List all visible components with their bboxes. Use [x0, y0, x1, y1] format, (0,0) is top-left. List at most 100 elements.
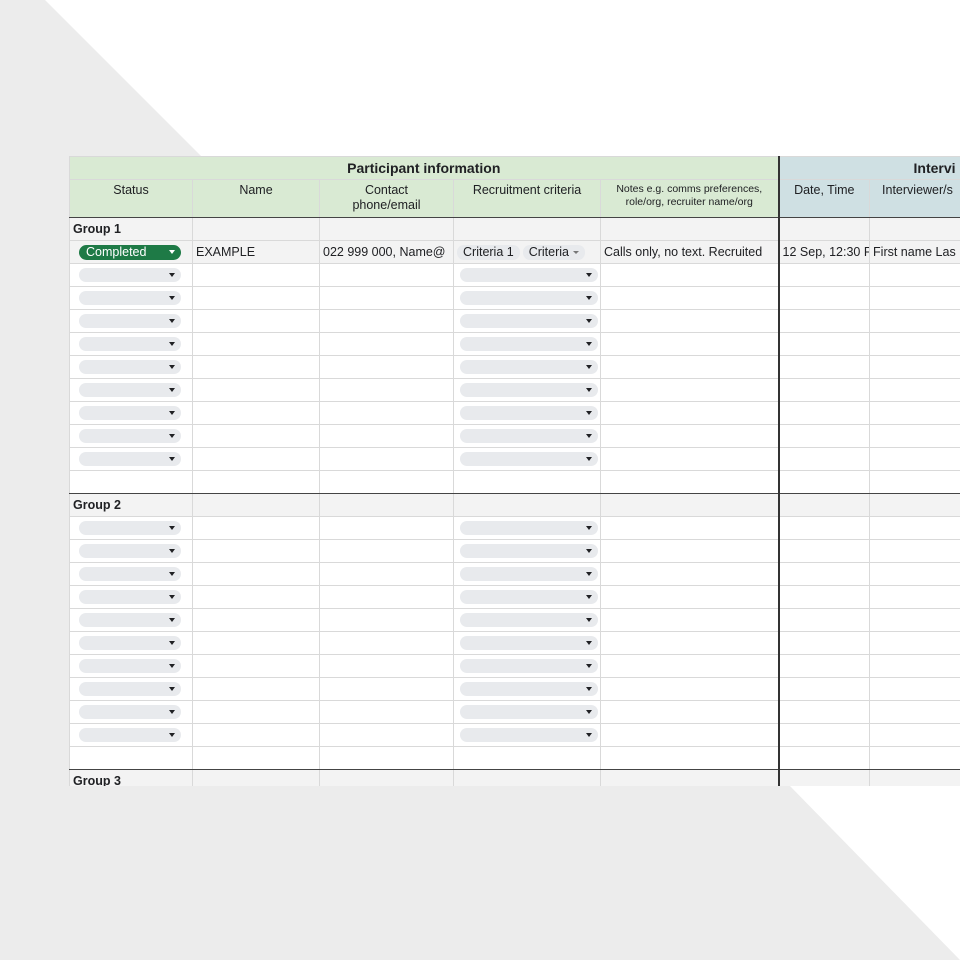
name-cell[interactable]	[192, 424, 320, 448]
status-dropdown[interactable]	[79, 728, 181, 743]
criteria-cell[interactable]	[453, 309, 601, 333]
interviewer-cell[interactable]	[869, 286, 960, 310]
name-cell[interactable]	[192, 447, 320, 471]
notes-cell[interactable]	[599, 562, 780, 586]
criteria-cell[interactable]	[453, 401, 601, 425]
date-cell[interactable]	[777, 562, 871, 586]
criteria-cell[interactable]: Criteria 1 Criteria	[453, 240, 601, 264]
contact-cell[interactable]	[319, 332, 454, 356]
interviewer-cell[interactable]	[869, 355, 960, 379]
name-cell[interactable]	[192, 631, 320, 655]
criteria-cell[interactable]	[453, 516, 601, 540]
criteria-dropdown[interactable]	[460, 613, 598, 628]
notes-cell[interactable]	[599, 309, 780, 333]
criteria-dropdown[interactable]	[460, 383, 598, 398]
date-cell[interactable]	[777, 677, 871, 701]
interviewer-cell[interactable]	[869, 700, 960, 724]
criteria-cell[interactable]	[453, 355, 601, 379]
date-cell[interactable]	[777, 401, 871, 425]
contact-cell[interactable]	[319, 631, 454, 655]
notes-cell[interactable]	[599, 539, 780, 563]
date-cell[interactable]	[777, 447, 871, 471]
status-cell[interactable]	[69, 309, 193, 333]
interviewer-cell[interactable]	[869, 608, 960, 632]
criteria-dropdown[interactable]	[460, 360, 598, 375]
interviewer-cell[interactable]	[869, 332, 960, 356]
contact-cell[interactable]	[319, 516, 454, 540]
criteria-cell[interactable]	[453, 539, 601, 563]
status-cell[interactable]	[69, 286, 193, 310]
notes-cell[interactable]	[599, 516, 780, 540]
status-cell[interactable]	[69, 263, 193, 287]
date-cell[interactable]	[777, 355, 871, 379]
date-cell[interactable]	[777, 700, 871, 724]
status-dropdown[interactable]	[79, 314, 181, 329]
status-cell[interactable]	[69, 516, 193, 540]
contact-cell[interactable]	[319, 562, 454, 586]
status-dropdown[interactable]	[79, 613, 181, 628]
notes-cell[interactable]	[599, 608, 780, 632]
criteria-dropdown[interactable]	[460, 429, 598, 444]
status-cell[interactable]	[69, 585, 193, 609]
status-dropdown[interactable]	[79, 544, 181, 559]
interviewer-cell[interactable]	[869, 309, 960, 333]
criteria-dropdown[interactable]	[460, 590, 598, 605]
name-cell[interactable]: EXAMPLE	[192, 240, 320, 264]
interviewer-cell[interactable]	[869, 516, 960, 540]
status-cell[interactable]	[69, 401, 193, 425]
contact-cell[interactable]	[319, 424, 454, 448]
status-dropdown[interactable]	[79, 636, 181, 651]
contact-cell[interactable]	[319, 723, 454, 747]
contact-cell[interactable]	[319, 263, 454, 287]
criteria-cell[interactable]	[453, 378, 601, 402]
status-cell[interactable]	[69, 700, 193, 724]
criteria-dropdown[interactable]	[460, 567, 598, 582]
status-cell[interactable]	[69, 677, 193, 701]
name-cell[interactable]	[192, 378, 320, 402]
status-cell[interactable]	[69, 332, 193, 356]
date-cell[interactable]: 12 Sep, 12:30 P	[777, 240, 871, 264]
notes-cell[interactable]	[599, 263, 780, 287]
notes-cell[interactable]	[599, 447, 780, 471]
notes-cell[interactable]	[599, 631, 780, 655]
criteria-cell[interactable]	[453, 654, 601, 678]
name-cell[interactable]	[192, 516, 320, 540]
name-cell[interactable]	[192, 723, 320, 747]
status-dropdown[interactable]	[79, 337, 181, 352]
criteria-cell[interactable]	[453, 677, 601, 701]
status-dropdown[interactable]: Completed	[79, 244, 181, 260]
notes-cell[interactable]	[599, 355, 780, 379]
name-cell[interactable]	[192, 608, 320, 632]
date-cell[interactable]	[777, 424, 871, 448]
criteria-cell[interactable]	[453, 562, 601, 586]
contact-cell[interactable]	[319, 539, 454, 563]
criteria-cell[interactable]	[453, 631, 601, 655]
status-dropdown[interactable]	[79, 429, 181, 444]
criteria-dropdown[interactable]	[460, 406, 598, 421]
date-cell[interactable]	[777, 286, 871, 310]
name-cell[interactable]	[192, 677, 320, 701]
interviewer-cell[interactable]	[869, 263, 960, 287]
status-dropdown[interactable]	[79, 268, 181, 283]
status-cell[interactable]	[69, 608, 193, 632]
criteria-dropdown[interactable]	[460, 452, 598, 467]
date-cell[interactable]	[777, 585, 871, 609]
status-dropdown[interactable]	[79, 567, 181, 582]
status-dropdown[interactable]	[79, 590, 181, 605]
status-cell[interactable]	[69, 447, 193, 471]
notes-cell[interactable]	[599, 677, 780, 701]
criteria-dropdown[interactable]	[460, 337, 598, 352]
interviewer-cell[interactable]	[869, 447, 960, 471]
notes-cell[interactable]	[599, 585, 780, 609]
notes-cell[interactable]	[599, 424, 780, 448]
status-cell[interactable]	[69, 631, 193, 655]
status-cell[interactable]	[69, 378, 193, 402]
date-cell[interactable]	[777, 263, 871, 287]
criteria-dropdown[interactable]	[460, 521, 598, 536]
date-cell[interactable]	[777, 378, 871, 402]
date-cell[interactable]	[777, 309, 871, 333]
contact-cell[interactable]	[319, 677, 454, 701]
name-cell[interactable]	[192, 401, 320, 425]
name-cell[interactable]	[192, 355, 320, 379]
name-cell[interactable]	[192, 286, 320, 310]
